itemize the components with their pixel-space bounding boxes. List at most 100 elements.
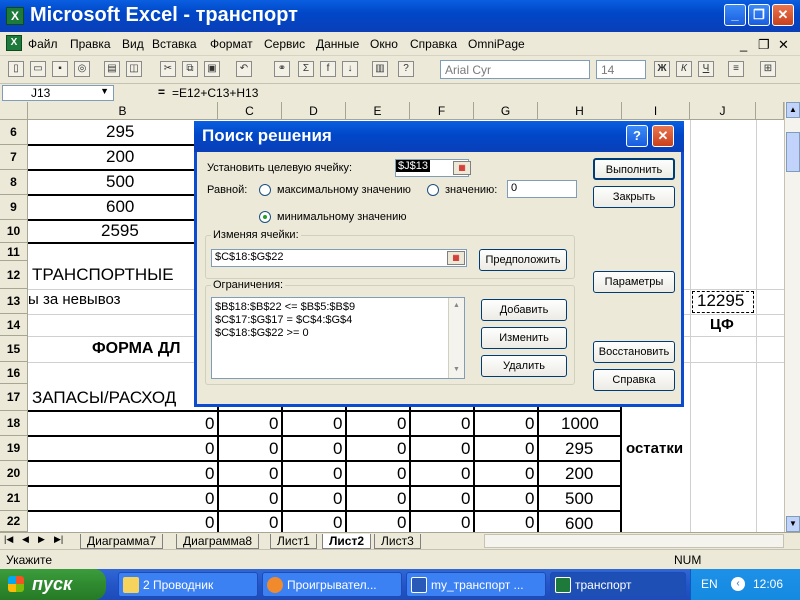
cell-h22[interactable]: 600 — [565, 514, 593, 532]
cell-b12[interactable]: ТРАНСПОРТНЫЕ — [32, 265, 174, 285]
close-dialog-button[interactable]: Закрыть — [593, 186, 675, 208]
cell-j13[interactable]: 12295 — [697, 291, 744, 311]
tab-next-icon[interactable]: ▶ — [38, 534, 45, 545]
cell-b10[interactable]: 2595 — [101, 221, 139, 241]
preview-icon[interactable]: ◫ — [126, 61, 142, 77]
cell-i19[interactable]: остатки — [626, 440, 683, 457]
row-header-8[interactable]: 8 — [0, 170, 28, 195]
underline-button[interactable]: Ч — [698, 61, 714, 77]
cell-zero[interactable]: 0 — [333, 489, 342, 509]
add-constraint-button[interactable]: Добавить — [481, 299, 567, 321]
cell-h20[interactable]: 200 — [565, 464, 593, 484]
cell-zero[interactable]: 0 — [525, 414, 534, 434]
hyperlink-icon[interactable]: ⚭ — [274, 61, 290, 77]
task-excel[interactable]: транспорт — [550, 572, 686, 597]
menu-file[interactable]: Файл — [28, 37, 58, 51]
row-header-22[interactable]: 22 — [0, 511, 28, 532]
tab-diagram8[interactable]: Диаграмма8 — [176, 534, 260, 549]
dialog-close-button[interactable]: ✕ — [652, 125, 674, 147]
cell-zero[interactable]: 0 — [525, 489, 534, 509]
value-input[interactable]: 0 — [507, 180, 577, 198]
open-icon[interactable]: ▭ — [30, 61, 46, 77]
close-button[interactable]: ✕ — [772, 4, 794, 26]
cell-h19[interactable]: 295 — [565, 439, 593, 459]
row-header-21[interactable]: 21 — [0, 486, 28, 511]
cell-zero[interactable]: 0 — [397, 439, 406, 459]
task-word[interactable]: my_транспорт ... — [406, 572, 546, 597]
menu-edit[interactable]: Правка — [70, 37, 111, 51]
cell-zero[interactable]: 0 — [461, 439, 470, 459]
radio-min[interactable] — [259, 211, 271, 223]
menu-insert[interactable]: Вставка — [152, 37, 197, 51]
solve-button[interactable]: Выполнить — [593, 158, 675, 180]
column-header-d[interactable]: D — [282, 102, 346, 120]
changing-cells-input[interactable]: $C$18:$G$22 — [211, 249, 467, 267]
column-header-j[interactable]: J — [690, 102, 756, 120]
tab-last-icon[interactable]: ▶| — [54, 534, 63, 545]
tab-sheet2[interactable]: Лист2 — [322, 534, 372, 549]
help-icon[interactable]: ? — [398, 61, 414, 77]
menu-omnipage[interactable]: OmniPage — [468, 37, 525, 51]
cell-zero[interactable]: 0 — [269, 464, 278, 484]
doc-restore-button[interactable]: ❐ — [758, 37, 770, 53]
cell-zero[interactable]: 0 — [461, 464, 470, 484]
delete-constraint-button[interactable]: Удалить — [481, 355, 567, 377]
cell-zero[interactable]: 0 — [397, 489, 406, 509]
font-size-select[interactable]: 14 — [596, 60, 646, 79]
tab-prev-icon[interactable]: ◀ — [22, 534, 29, 545]
excel-app-icon[interactable]: X — [6, 7, 24, 25]
constraint-item[interactable]: $C$17:$G$17 = $C$4:$G$4 — [215, 314, 352, 326]
copy-icon[interactable]: ⧉ — [182, 61, 198, 77]
function-icon[interactable]: f — [320, 61, 336, 77]
minimize-button[interactable]: _ — [724, 4, 746, 26]
collapse-dialog-icon[interactable]: ▦ — [453, 161, 471, 175]
horizontal-scrollbar[interactable] — [484, 534, 784, 548]
menu-window[interactable]: Окно — [370, 37, 398, 51]
menu-view[interactable]: Вид — [122, 37, 144, 51]
row-header-10[interactable]: 10 — [0, 220, 28, 243]
row-header-20[interactable]: 20 — [0, 461, 28, 486]
constraints-list[interactable]: $B$18:$B$22 <= $B$5:$B$9 $C$17:$G$17 = $… — [211, 297, 465, 379]
cell-b13[interactable]: ы за невывоз — [28, 291, 121, 308]
cell-zero[interactable]: 0 — [461, 489, 470, 509]
radio-value[interactable] — [427, 184, 439, 196]
change-constraint-button[interactable]: Изменить — [481, 327, 567, 349]
cell-zero[interactable]: 0 — [333, 439, 342, 459]
constraints-scrollbar[interactable]: ▲ ▼ — [448, 298, 464, 378]
column-header-k[interactable] — [756, 102, 784, 120]
cell-zero[interactable]: 0 — [397, 513, 406, 532]
italic-button[interactable]: К — [676, 61, 692, 77]
cell-zero[interactable]: 0 — [525, 513, 534, 532]
row-header-13[interactable]: 13 — [0, 289, 28, 314]
print-icon[interactable]: ▤ — [104, 61, 120, 77]
tab-diagram7[interactable]: Диаграмма7 — [80, 534, 164, 549]
scroll-up-icon[interactable]: ▲ — [449, 298, 464, 313]
formula-input[interactable]: =E12+C13+H13 — [172, 86, 258, 100]
cell-b8[interactable]: 500 — [106, 172, 134, 192]
row-header-12[interactable]: 12 — [0, 261, 28, 289]
cell-h21[interactable]: 500 — [565, 489, 593, 509]
scroll-down-icon[interactable]: ▼ — [449, 362, 464, 377]
cell-zero[interactable]: 0 — [269, 513, 278, 532]
borders-icon[interactable]: ⊞ — [760, 61, 776, 77]
menu-help[interactable]: Справка — [410, 37, 457, 51]
menu-format[interactable]: Формат — [210, 37, 253, 51]
cell-zero[interactable]: 0 — [461, 513, 470, 532]
row-header-17[interactable]: 17 — [0, 384, 28, 411]
cell-zero[interactable]: 0 — [269, 439, 278, 459]
column-header-f[interactable]: F — [410, 102, 474, 120]
cell-zero[interactable]: 0 — [333, 513, 342, 532]
scroll-down-icon[interactable]: ▼ — [786, 516, 800, 532]
cell-zero[interactable]: 0 — [205, 489, 214, 509]
save-icon[interactable]: ▪ — [52, 61, 68, 77]
cell-zero[interactable]: 0 — [397, 464, 406, 484]
task-media-player[interactable]: Проигрывател... — [262, 572, 402, 597]
help-button[interactable]: Справка — [593, 369, 675, 391]
column-header-i[interactable]: I — [622, 102, 690, 120]
options-button[interactable]: Параметры — [593, 271, 675, 293]
chart-icon[interactable]: ▥ — [372, 61, 388, 77]
reset-all-button[interactable]: Восстановить — [593, 341, 675, 363]
cell-zero[interactable]: 0 — [205, 439, 214, 459]
cell-b17[interactable]: ЗАПАСЫ/РАСХОД — [32, 388, 176, 408]
column-header-e[interactable]: E — [346, 102, 410, 120]
